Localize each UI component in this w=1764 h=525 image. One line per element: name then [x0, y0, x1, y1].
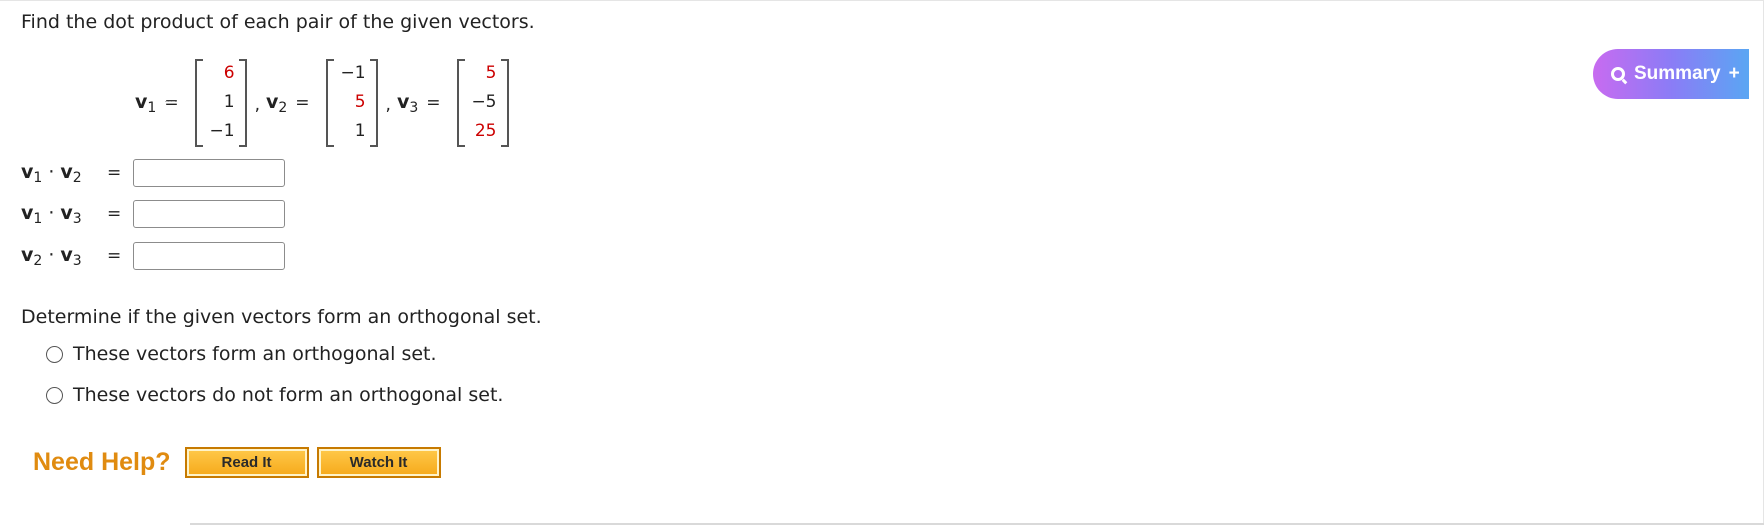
vector-3-entry-1: 5	[485, 63, 497, 83]
vector-3-label: v3	[396, 90, 419, 116]
equals-sign: =	[295, 93, 310, 113]
answer-input-v1-v2[interactable]	[133, 159, 285, 187]
equals-sign: =	[164, 93, 179, 113]
option-not-orthogonal[interactable]: These vectors do not form an orthogonal …	[46, 384, 503, 406]
equals-sign: =	[107, 246, 122, 266]
vector-1-label: v1	[135, 90, 157, 116]
dash-leader	[165, 101, 175, 103]
vector-1-matrix: 6 1 −1	[194, 59, 247, 147]
need-help-label: Need Help?	[33, 448, 171, 476]
vector-2-matrix: −1 5 1	[325, 59, 378, 147]
comma-separator: ,	[385, 95, 391, 115]
answer-input-v1-v3[interactable]	[133, 200, 285, 228]
equals-sign: =	[107, 204, 122, 224]
summary-label: Summary	[1634, 63, 1721, 84]
radio-button[interactable]	[46, 345, 63, 363]
vector-2-entry-2: 5	[354, 92, 366, 112]
option-orthogonal[interactable]: These vectors form an orthogonal set.	[46, 343, 437, 365]
dot-product-row-v1-v3: v1 · v3 =	[21, 198, 285, 230]
dot-product-row-v2-v3: v2 · v3 =	[21, 240, 285, 272]
answer-input-v2-v3[interactable]	[133, 242, 285, 270]
option-label: These vectors form an orthogonal set.	[73, 343, 437, 365]
search-icon	[1611, 67, 1625, 81]
watch-it-button[interactable]: Watch It	[316, 447, 441, 478]
equals-sign: =	[426, 93, 441, 113]
vector-2-entry-1: −1	[340, 63, 366, 83]
vector-definitions: v1 = 6 1 −1 , v2 = −1 5 1 , v3 = 5 −5 25	[135, 58, 509, 148]
dot-product-row-v1-v2: v1 · v2 =	[21, 157, 285, 189]
vector-1-entry-2: 1	[223, 92, 235, 112]
dot-product-label: v2 · v3	[21, 243, 82, 269]
summary-button[interactable]: Summary +	[1593, 49, 1749, 99]
vector-1-entry-1: 6	[223, 63, 235, 83]
comma-separator: ,	[254, 95, 260, 115]
radio-button[interactable]	[46, 386, 63, 404]
option-label: These vectors do not form an orthogonal …	[73, 384, 504, 406]
dot-product-label: v1 · v3	[21, 201, 82, 227]
need-help-bar: Need Help? Read It Watch It	[33, 447, 449, 478]
equals-sign: =	[107, 163, 122, 183]
vector-1-entry-3: −1	[209, 121, 235, 141]
vector-2-entry-3: 1	[354, 121, 366, 141]
question-text: Find the dot product of each pair of the…	[21, 11, 535, 33]
vector-3-entry-2: −5	[471, 92, 497, 112]
frame-border-top	[0, 0, 1764, 1]
vector-3-entry-3: 25	[474, 121, 497, 141]
dot-product-label: v1 · v2	[21, 160, 82, 186]
plus-icon: +	[1728, 63, 1740, 84]
vector-2-label: v2	[265, 90, 288, 116]
read-it-button[interactable]: Read It	[184, 447, 309, 478]
vector-3-matrix: 5 −5 25	[456, 59, 509, 147]
orthogonal-prompt: Determine if the given vectors form an o…	[21, 306, 542, 328]
